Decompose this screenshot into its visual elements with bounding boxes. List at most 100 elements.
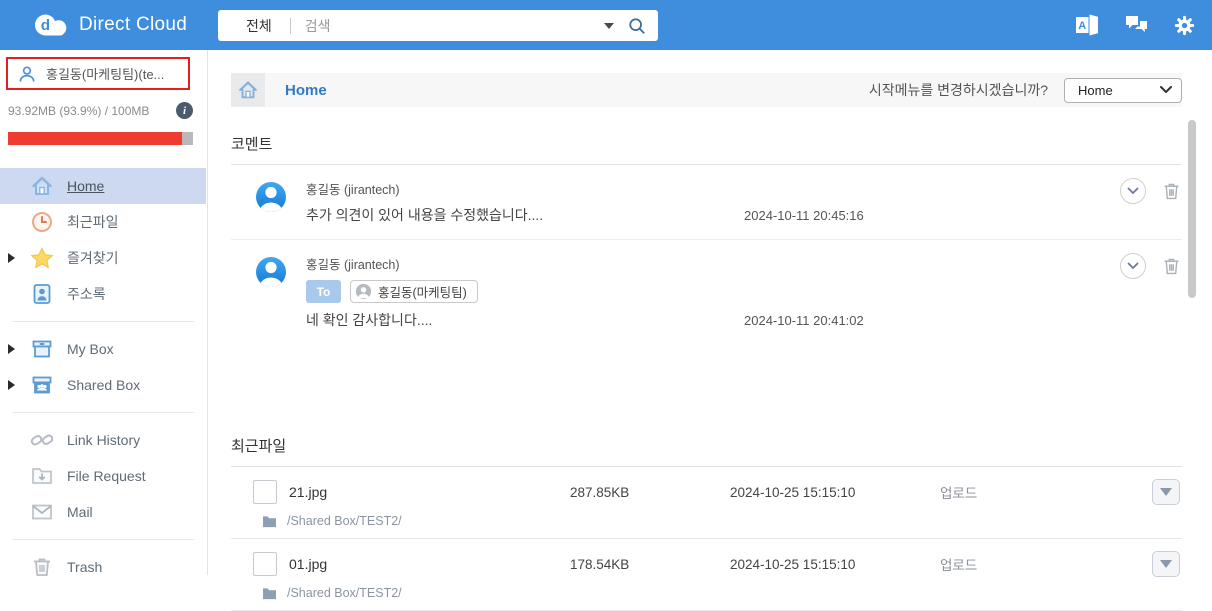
sidebar-item-label: Trash xyxy=(67,559,103,575)
comments-scrollbar[interactable] xyxy=(1188,120,1196,298)
sidebar-item-address-book[interactable]: 주소록 xyxy=(0,276,206,312)
sidebar-item-label: My Box xyxy=(67,341,114,357)
folder-icon xyxy=(263,587,276,599)
comment-timestamp: 2024-10-11 20:41:02 xyxy=(744,313,864,328)
expand-arrow-icon[interactable] xyxy=(8,380,15,390)
sidebar-menu: Home 최근파일 즐겨찾기 주소록 My Box Shared Box Lin… xyxy=(0,168,206,585)
sidebar-item-mail[interactable]: Mail xyxy=(0,494,206,530)
clock-icon xyxy=(30,210,54,234)
sidebar-divider xyxy=(12,321,194,322)
sidebar-item-shared-box[interactable]: Shared Box xyxy=(0,367,206,403)
file-main-line: 01.jpg 178.54KB 2024-10-25 15:15:10 업로드 xyxy=(231,551,1182,577)
comment-item: 홍길동 (jirantech) 추가 의견이 있어 내용을 수정했습니다....… xyxy=(231,165,1182,240)
comment-collapse-button[interactable] xyxy=(1120,178,1146,204)
info-icon[interactable]: i xyxy=(176,102,193,119)
sidebar-item-label: 주소록 xyxy=(67,286,106,302)
chevron-down-icon xyxy=(1160,86,1172,93)
avatar xyxy=(253,179,289,215)
file-download-button[interactable] xyxy=(1152,551,1180,577)
topbar-icon-group: A xyxy=(1074,0,1196,50)
chevron-down-icon xyxy=(1127,187,1139,195)
search-input[interactable] xyxy=(290,17,598,34)
file-checkbox[interactable] xyxy=(253,552,277,576)
user-icon xyxy=(19,66,35,82)
file-action-type: 업로드 xyxy=(940,558,978,573)
comment-message: 네 확인 감사합니다.... xyxy=(306,312,433,328)
file-size: 178.54KB xyxy=(570,556,630,572)
caret-down-icon xyxy=(1160,488,1172,496)
expand-arrow-icon[interactable] xyxy=(8,344,15,354)
avatar xyxy=(253,254,289,290)
comment-collapse-button[interactable] xyxy=(1120,253,1146,279)
comment-body: 홍길동 (jirantech) To 홍길동(마케팅팀) 네 확인 감사합니다.… xyxy=(306,254,864,330)
file-action-type: 업로드 xyxy=(940,486,978,501)
comment-message: 추가 의견이 있어 내용을 수정했습니다.... xyxy=(306,207,544,223)
chevron-down-icon[interactable] xyxy=(604,22,614,29)
file-name[interactable]: 01.jpg xyxy=(289,556,570,572)
home-icon xyxy=(30,174,54,198)
comment-to-row: To 홍길동(마케팅팀) xyxy=(306,280,864,303)
directcloud-logo[interactable]: d Direct Cloud xyxy=(34,0,187,50)
chevron-down-icon xyxy=(1127,262,1139,270)
sidebar-item-label: Home xyxy=(67,178,105,194)
file-name[interactable]: 21.jpg xyxy=(289,484,570,500)
comment-timestamp: 2024-10-11 20:45:16 xyxy=(744,208,864,223)
sidebar-item-trash[interactable]: Trash xyxy=(0,549,206,585)
start-menu-group: 시작메뉴를 변경하시겠습니까? Home xyxy=(868,77,1182,103)
start-menu-value: Home xyxy=(1078,82,1113,98)
comment-delete-button[interactable] xyxy=(1161,180,1182,202)
storage-progress-fill xyxy=(8,132,182,145)
comment-message-line: 네 확인 감사합니다.... 2024-10-11 20:41:02 xyxy=(306,310,864,330)
file-request-icon xyxy=(30,464,54,488)
file-path-line: /Shared Box/TEST2/ xyxy=(262,586,1182,600)
search-bar: 전체 xyxy=(218,10,658,41)
chat-icon[interactable] xyxy=(1124,14,1149,36)
gear-icon[interactable] xyxy=(1173,14,1196,37)
file-main-line: 21.jpg 287.85KB 2024-10-25 15:15:10 업로드 xyxy=(231,479,1182,505)
box-icon xyxy=(30,337,54,361)
sidebar-item-file-request[interactable]: File Request xyxy=(0,458,206,494)
file-path-line: /Shared Box/TEST2/ xyxy=(262,514,1182,528)
star-icon xyxy=(30,246,54,270)
comment-actions xyxy=(1120,178,1182,204)
sidebar-item-link-history[interactable]: Link History xyxy=(0,422,206,458)
search-scope-dropdown[interactable]: 전체 xyxy=(218,16,290,36)
sidebar-item-home[interactable]: Home xyxy=(0,168,206,204)
top-bar: d Direct Cloud 전체 A xyxy=(0,0,1212,50)
trash-icon xyxy=(30,555,54,579)
start-menu-prompt: 시작메뉴를 변경하시겠습니까? xyxy=(868,82,1048,98)
storage-row: 93.92MB (93.9%) / 100MB i xyxy=(8,102,193,119)
file-path[interactable]: /Shared Box/TEST2/ xyxy=(287,514,402,528)
comment-actions xyxy=(1120,253,1182,279)
sidebar-item-my-box[interactable]: My Box xyxy=(0,331,206,367)
trash-icon xyxy=(1164,258,1179,275)
page-header: Home 시작메뉴를 변경하시겠습니까? Home xyxy=(231,73,1182,107)
sidebar-item-favorites[interactable]: 즐겨찾기 xyxy=(0,240,206,276)
search-icon[interactable] xyxy=(628,17,646,35)
sidebar-item-recent-files[interactable]: 최근파일 xyxy=(0,204,206,240)
comment-message-line: 추가 의견이 있어 내용을 수정했습니다.... 2024-10-11 20:4… xyxy=(306,205,864,225)
caret-down-icon xyxy=(1160,560,1172,568)
address-book-icon xyxy=(30,282,54,306)
storage-progress-bar xyxy=(8,132,193,145)
file-row: 01.jpg 178.54KB 2024-10-25 15:15:10 업로드 … xyxy=(231,539,1182,611)
recipient-chip[interactable]: 홍길동(마케팅팀) xyxy=(350,280,478,303)
svg-text:A: A xyxy=(1078,20,1086,32)
home-icon xyxy=(239,81,257,99)
page-title[interactable]: Home xyxy=(285,82,327,99)
user-name: 홍길동(마케팅팀)(te... xyxy=(46,67,165,82)
comment-body: 홍길동 (jirantech) 추가 의견이 있어 내용을 수정했습니다....… xyxy=(306,179,864,225)
start-menu-select[interactable]: Home xyxy=(1064,77,1182,103)
office-a-icon[interactable]: A xyxy=(1074,13,1100,37)
comment-delete-button[interactable] xyxy=(1161,255,1182,277)
svg-text:d: d xyxy=(41,17,50,34)
sidebar-divider xyxy=(12,412,194,413)
sidebar-divider xyxy=(12,539,194,540)
file-path[interactable]: /Shared Box/TEST2/ xyxy=(287,586,402,600)
link-icon xyxy=(30,428,54,452)
user-profile-button[interactable]: 홍길동(마케팅팀)(te... xyxy=(6,57,190,90)
expand-arrow-icon[interactable] xyxy=(8,253,15,263)
file-checkbox[interactable] xyxy=(253,480,277,504)
breadcrumb-home-box[interactable] xyxy=(231,73,265,107)
file-download-button[interactable] xyxy=(1152,479,1180,505)
